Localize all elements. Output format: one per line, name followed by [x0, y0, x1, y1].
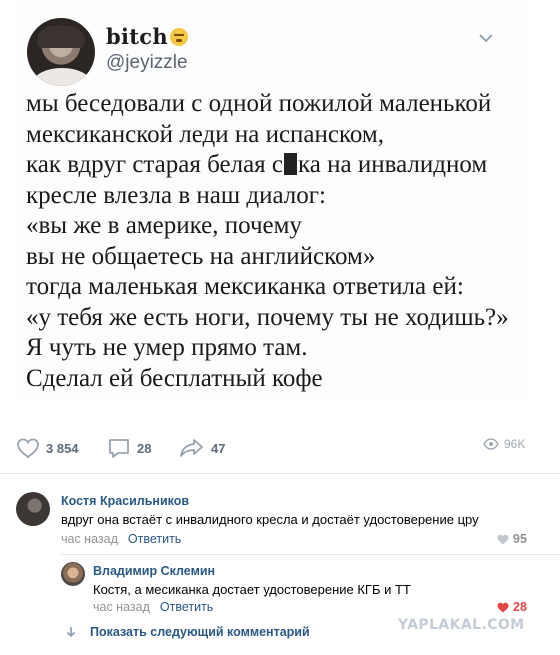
- comment-like-button[interactable]: 95: [497, 532, 527, 546]
- share-button[interactable]: 47: [179, 436, 225, 460]
- post-actions: 3 854 28 47 96K: [0, 428, 560, 468]
- tweet-handle: @jeyizzle: [106, 52, 188, 73]
- eye-icon: [483, 438, 499, 450]
- comment-icon: [109, 439, 129, 458]
- comment-avatar[interactable]: [16, 492, 50, 526]
- comment-like-count: 28: [513, 600, 527, 614]
- heart-icon: [17, 438, 39, 459]
- comment-count: 28: [137, 440, 152, 456]
- share-count: 47: [211, 440, 226, 456]
- comment-author[interactable]: Владимир Склемин: [93, 564, 215, 578]
- arrow-down-icon: [66, 627, 76, 638]
- comment-text: вдруг она встаёт с инвалидного кресла и …: [61, 512, 479, 527]
- comment-meta: час назад Ответить: [93, 600, 213, 614]
- tweet-display-name: bitch: [106, 24, 188, 49]
- tweet-text: мы беседовали с одной пожилой маленькой …: [26, 90, 509, 392]
- show-next-comment-label: Показать следующий комментарий: [90, 625, 310, 639]
- show-next-comment-link[interactable]: Показать следующий комментарий: [66, 625, 310, 639]
- share-icon: [180, 439, 203, 457]
- comment-text: Костя, а месиканка достает удостоверение…: [93, 582, 411, 597]
- comment-like-count: 95: [513, 532, 527, 546]
- like-button[interactable]: 3 854: [16, 436, 79, 460]
- comment-meta: час назад Ответить: [61, 532, 181, 546]
- comment-time[interactable]: час назад: [93, 600, 150, 614]
- like-count: 3 854: [46, 440, 79, 456]
- comment-time[interactable]: час назад: [61, 532, 118, 546]
- chevron-down-icon: [479, 34, 493, 43]
- view-counter: 96K: [483, 437, 525, 451]
- comment-button[interactable]: 28: [107, 436, 151, 460]
- reply-button[interactable]: Ответить: [128, 532, 181, 546]
- divider: [61, 554, 560, 555]
- heart-icon: [497, 534, 509, 544]
- divider: [0, 473, 560, 474]
- view-count: 96K: [504, 437, 526, 451]
- reply-button[interactable]: Ответить: [160, 600, 213, 614]
- post-image[interactable]: bitch @jeyizzle мы беседовали с одной по…: [16, 0, 526, 402]
- censor-mark: [284, 153, 298, 175]
- comment-avatar[interactable]: [61, 562, 85, 586]
- heart-icon: [497, 602, 509, 612]
- comment-like-button[interactable]: 28: [497, 600, 527, 614]
- tired-face-emoji-icon: [169, 28, 188, 46]
- tweet-avatar: [27, 18, 95, 86]
- comment-author[interactable]: Костя Красильников: [61, 494, 189, 508]
- watermark: YAPLAKAL.COM: [398, 617, 525, 633]
